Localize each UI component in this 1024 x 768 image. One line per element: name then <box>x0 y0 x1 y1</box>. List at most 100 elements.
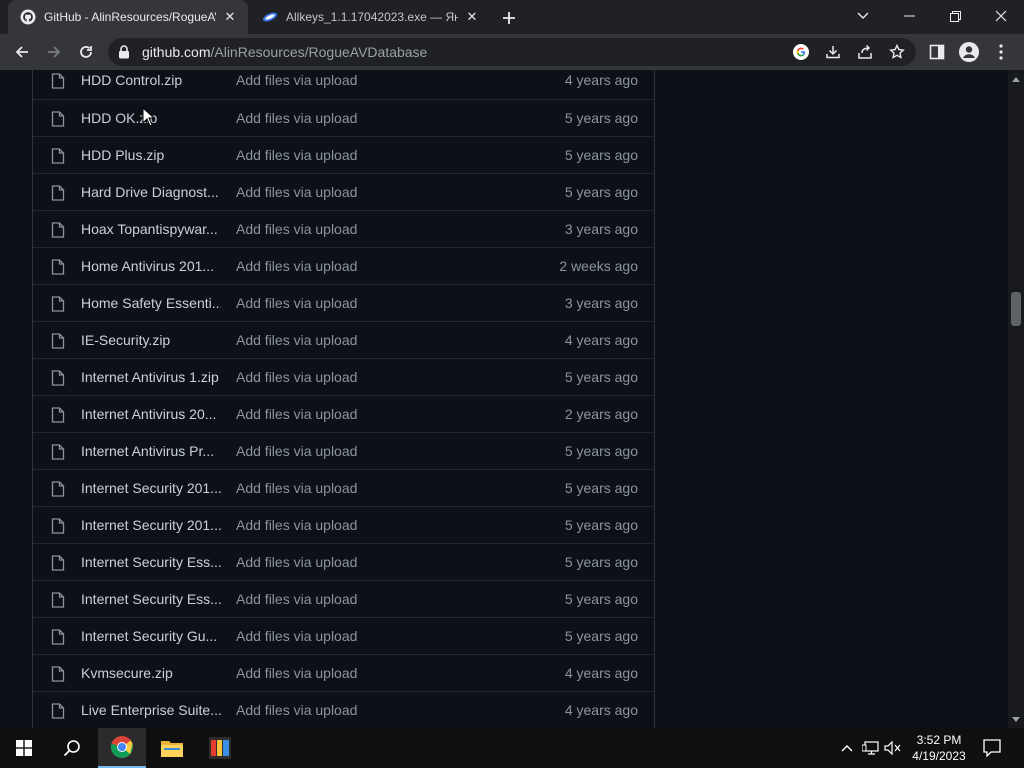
file-name-link[interactable]: Internet Antivirus 1.zip <box>81 369 221 385</box>
file-row[interactable]: HDD Plus.zip Add files via upload 5 years … <box>33 136 654 173</box>
file-row[interactable]: Internet Security Ess... Add files via up… <box>33 580 654 617</box>
file-row[interactable]: Internet Antivirus 1.zip Add files via up… <box>33 358 654 395</box>
file-name-link[interactable]: Live Enterprise Suite.... <box>81 702 221 718</box>
file-icon <box>51 444 65 460</box>
file-icon <box>51 703 65 719</box>
url-host: github.com <box>142 44 211 60</box>
commit-message-link[interactable]: Add files via upload <box>236 665 357 681</box>
scroll-down-arrow[interactable] <box>1008 712 1024 726</box>
close-tab-icon[interactable]: ✕ <box>222 9 238 25</box>
google-lens-button[interactable] <box>792 43 810 61</box>
commit-message-link[interactable]: Add files via upload <box>236 443 357 459</box>
commit-message-link[interactable]: Add files via upload <box>236 702 357 718</box>
lock-icon[interactable] <box>118 45 130 59</box>
taskbar-file-explorer[interactable] <box>148 728 196 768</box>
file-name-link[interactable]: Internet Security 201... <box>81 480 221 496</box>
tab-yandex-disk[interactable]: Allkeys_1.1.17042023.exe — Янде ✕ <box>250 0 490 34</box>
commit-message-link[interactable]: Add files via upload <box>236 591 357 607</box>
start-button[interactable] <box>0 728 48 768</box>
scrollbar-thumb[interactable] <box>1011 292 1021 326</box>
commit-message-link[interactable]: Add files via upload <box>236 517 357 533</box>
file-name-link[interactable]: Internet Security 201... <box>81 517 221 533</box>
file-row[interactable]: Internet Security Ess... Add files via up… <box>33 543 654 580</box>
notifications-button[interactable] <box>982 738 1002 758</box>
scroll-up-arrow[interactable] <box>1008 72 1024 86</box>
taskbar-chrome[interactable] <box>98 728 146 768</box>
tab-github[interactable]: GitHub - AlinResources/RogueAV ✕ <box>8 0 248 34</box>
tab-strip: GitHub - AlinResources/RogueAV ✕ Allkeys… <box>0 0 1024 34</box>
commit-message-link[interactable]: Add files via upload <box>236 332 357 348</box>
file-name-link[interactable]: Internet Antivirus 20... <box>81 406 221 422</box>
file-row[interactable]: HDD OK.zip Add files via upload 5 years ag… <box>33 99 654 136</box>
install-app-button[interactable] <box>824 43 842 61</box>
volume-muted-icon <box>884 741 901 755</box>
restore-button[interactable] <box>932 0 978 32</box>
forward-button[interactable] <box>40 38 68 66</box>
file-row[interactable]: Internet Antivirus Pr... Add files via up… <box>33 432 654 469</box>
file-name-link[interactable]: Internet Security Ess... <box>81 591 221 607</box>
commit-message-link[interactable]: Add files via upload <box>236 72 357 88</box>
file-name-link[interactable]: Kvmsecure.zip <box>81 665 221 681</box>
page-scrollbar[interactable] <box>1008 70 1024 728</box>
arrow-right-icon <box>48 46 61 58</box>
file-name-link[interactable]: HDD Plus.zip <box>81 147 221 163</box>
file-name-link[interactable]: Internet Security Ess... <box>81 554 221 570</box>
share-button[interactable] <box>856 43 874 61</box>
file-row[interactable]: HDD Control.zip Add files via upload 4 yea… <box>33 70 654 99</box>
profile-button[interactable] <box>958 41 980 63</box>
taskbar-clock[interactable]: 3:52 PM 4/19/2023 <box>906 732 972 764</box>
commit-message-link[interactable]: Add files via upload <box>236 369 357 385</box>
file-row[interactable]: Hoax Topantispywar... Add files via uploa… <box>33 210 654 247</box>
commit-message-link[interactable]: Add files via upload <box>236 147 357 163</box>
commit-message-link[interactable]: Add files via upload <box>236 628 357 644</box>
commit-message-link[interactable]: Add files via upload <box>236 554 357 570</box>
file-row[interactable]: Hard Drive Diagnost... Add files via uplo… <box>33 173 654 210</box>
commit-message-link[interactable]: Add files via upload <box>236 295 357 311</box>
minimize-button[interactable] <box>886 0 932 32</box>
file-row[interactable]: IE-Security.zip Add files via upload 4 yea… <box>33 321 654 358</box>
bookmark-button[interactable] <box>888 43 906 61</box>
reload-button[interactable] <box>72 38 100 66</box>
file-row[interactable]: Internet Security Gu... Add files via upl… <box>33 617 654 654</box>
new-tab-button[interactable] <box>498 7 520 29</box>
show-hidden-icons-button[interactable] <box>838 740 856 756</box>
file-name-link[interactable]: Internet Antivirus Pr... <box>81 443 221 459</box>
commit-message-link[interactable]: Add files via upload <box>236 480 357 496</box>
network-button[interactable] <box>862 740 880 756</box>
file-row[interactable]: Home Safety Essenti... Add files via uplo… <box>33 284 654 321</box>
file-row[interactable]: Internet Security 201... Add files via up… <box>33 506 654 543</box>
file-name-link[interactable]: Home Antivirus 201... <box>81 258 221 274</box>
file-name-link[interactable]: Internet Security Gu... <box>81 628 221 644</box>
menu-button[interactable] <box>990 41 1012 63</box>
commit-message-link[interactable]: Add files via upload <box>236 110 357 126</box>
commit-message-link[interactable]: Add files via upload <box>236 184 357 200</box>
file-icon <box>51 111 65 127</box>
commit-age: 5 years ago <box>564 184 638 200</box>
file-row[interactable]: Home Antivirus 201... Add files via uploa… <box>33 247 654 284</box>
commit-message-link[interactable]: Add files via upload <box>236 221 357 237</box>
commit-message-link[interactable]: Add files via upload <box>236 406 357 422</box>
file-name-link[interactable]: Hard Drive Diagnost... <box>81 184 221 200</box>
file-name-link[interactable]: Hoax Topantispywar... <box>81 221 221 237</box>
taskbar-app[interactable] <box>196 728 244 768</box>
tab-search-button[interactable] <box>840 0 886 32</box>
close-tab-icon[interactable]: ✕ <box>464 9 480 25</box>
file-row[interactable]: Internet Security 201... Add files via up… <box>33 469 654 506</box>
file-name-link[interactable]: IE-Security.zip <box>81 332 221 348</box>
commit-message-link[interactable]: Add files via upload <box>236 258 357 274</box>
close-window-button[interactable] <box>978 0 1024 32</box>
back-button[interactable] <box>8 38 36 66</box>
file-icon <box>51 259 65 275</box>
address-bar[interactable]: github.com/AlinResources/RogueAVDatabase <box>108 38 916 66</box>
volume-button[interactable] <box>884 740 902 756</box>
taskbar-search-button[interactable] <box>48 728 96 768</box>
mouse-cursor-icon <box>142 107 154 127</box>
file-name-link[interactable]: Home Safety Essenti... <box>81 295 221 311</box>
file-name-link[interactable]: HDD Control.zip <box>81 72 221 88</box>
tab-title: Allkeys_1.1.17042023.exe — Янде <box>286 10 458 24</box>
clock-date: 4/19/2023 <box>912 749 966 763</box>
side-panel-button[interactable] <box>926 41 948 63</box>
file-row[interactable]: Internet Antivirus 20... Add files via up… <box>33 395 654 432</box>
file-row[interactable]: Kvmsecure.zip Add files via upload 4 years… <box>33 654 654 691</box>
file-row[interactable]: Live Enterprise Suite.... Add files via u… <box>33 691 654 728</box>
